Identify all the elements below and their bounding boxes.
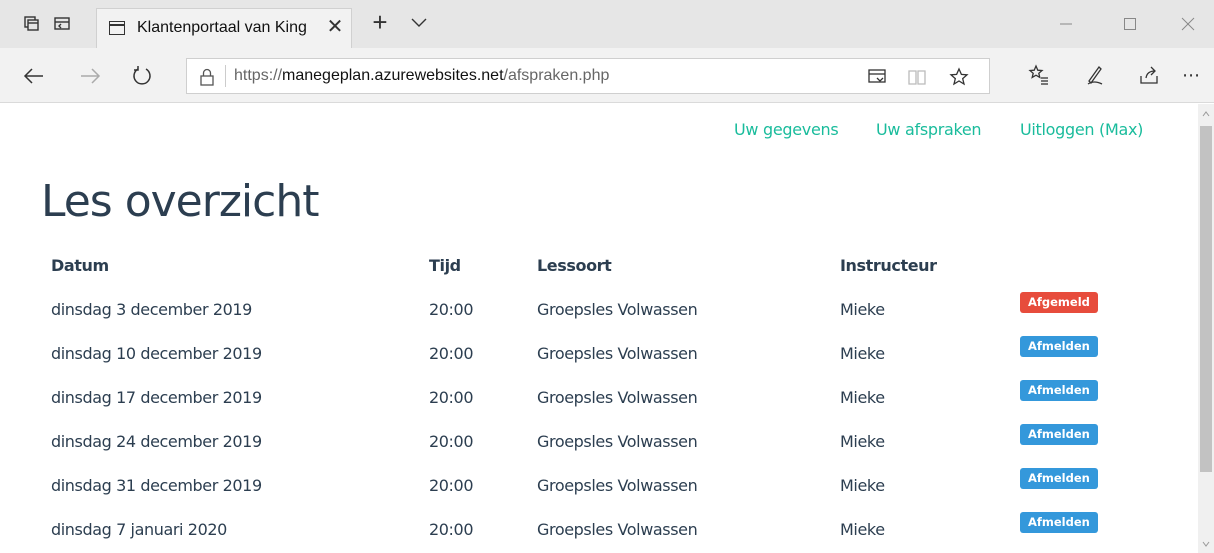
cell-datum: dinsdag 10 december 2019 [51, 344, 262, 363]
tab-preview-icon[interactable] [52, 14, 72, 34]
close-window-button[interactable] [1178, 14, 1198, 34]
back-arrow-icon[interactable] [22, 64, 46, 88]
forward-arrow-icon[interactable] [78, 64, 102, 88]
browser-titlebar: Klantenportaal van King ✕ + [0, 0, 1214, 48]
afmelden-button[interactable]: Afmelden [1020, 380, 1098, 401]
cell-instructeur: Mieke [840, 476, 885, 495]
cell-tijd: 20:00 [429, 344, 474, 363]
minimize-button[interactable] [1056, 14, 1076, 34]
cell-tijd: 20:00 [429, 432, 474, 451]
cell-tijd: 20:00 [429, 388, 474, 407]
cell-datum: dinsdag 7 januari 2020 [51, 520, 227, 539]
scroll-up-icon[interactable] [1202, 110, 1210, 118]
status-badge-afgemeld: Afgemeld [1020, 292, 1098, 313]
scrollbar-thumb[interactable] [1200, 126, 1212, 472]
column-header-instructeur: Instructeur [840, 256, 937, 275]
page-icon [109, 21, 125, 35]
cell-lessoort: Groepsles Volwassen [537, 300, 698, 319]
cell-lessoort: Groepsles Volwassen [537, 432, 698, 451]
cell-instructeur: Mieke [840, 344, 885, 363]
cell-tijd: 20:00 [429, 520, 474, 539]
afmelden-button[interactable]: Afmelden [1020, 468, 1098, 489]
tab-overview-icon[interactable] [867, 67, 887, 87]
tab-close-icon[interactable]: ✕ [325, 16, 345, 38]
page-title: Les overzicht [41, 176, 319, 227]
maximize-button[interactable] [1120, 14, 1140, 34]
cell-instructeur: Mieke [840, 300, 885, 319]
nav-link-uw-afspraken[interactable]: Uw afspraken [876, 120, 982, 139]
table-row: dinsdag 31 december 2019 20:00 Groepsles… [0, 464, 1198, 508]
cell-instructeur: Mieke [840, 520, 885, 539]
pen-notes-icon[interactable] [1084, 64, 1106, 86]
cell-lessoort: Groepsles Volwassen [537, 388, 698, 407]
table-row: dinsdag 3 december 2019 20:00 Groepsles … [0, 288, 1198, 332]
afmelden-button[interactable]: Afmelden [1020, 512, 1098, 533]
new-tab-button[interactable]: + [368, 9, 392, 35]
address-bar[interactable]: https://manegeplan.azurewebsites.net/afs… [186, 58, 990, 94]
chevron-down-icon[interactable] [410, 15, 428, 29]
favorite-star-icon[interactable] [949, 67, 969, 87]
cell-datum: dinsdag 3 december 2019 [51, 300, 252, 319]
afmelden-button[interactable]: Afmelden [1020, 424, 1098, 445]
table-row: dinsdag 7 januari 2020 20:00 Groepsles V… [0, 508, 1198, 552]
cell-datum: dinsdag 17 december 2019 [51, 388, 262, 407]
nav-link-uw-gegevens[interactable]: Uw gegevens [734, 120, 839, 139]
cell-instructeur: Mieke [840, 432, 885, 451]
cell-lessoort: Groepsles Volwassen [537, 476, 698, 495]
cell-instructeur: Mieke [840, 388, 885, 407]
table-row: dinsdag 24 december 2019 20:00 Groepsles… [0, 420, 1198, 464]
page-viewport: Uw gegevens Uw afspraken Uitloggen (Max)… [0, 104, 1198, 553]
lock-icon[interactable] [199, 68, 215, 86]
column-header-datum: Datum [51, 256, 109, 275]
tab-title: Klantenportaal van King [137, 19, 307, 36]
scroll-down-icon[interactable] [1202, 540, 1210, 548]
cell-datum: dinsdag 24 december 2019 [51, 432, 262, 451]
vertical-scrollbar[interactable] [1198, 104, 1214, 553]
cell-tijd: 20:00 [429, 476, 474, 495]
browser-navbar: https://manegeplan.azurewebsites.net/afs… [0, 48, 1214, 103]
cell-lessoort: Groepsles Volwassen [537, 344, 698, 363]
share-icon[interactable] [1138, 64, 1160, 86]
tabs-aside-icon[interactable] [22, 14, 42, 34]
nav-link-uitloggen[interactable]: Uitloggen (Max) [1020, 120, 1143, 139]
more-options-icon[interactable]: ⋯ [1182, 64, 1204, 86]
table-row: dinsdag 10 december 2019 20:00 Groepsles… [0, 332, 1198, 376]
refresh-icon[interactable] [130, 64, 154, 88]
cell-tijd: 20:00 [429, 300, 474, 319]
afmelden-button[interactable]: Afmelden [1020, 336, 1098, 357]
cell-lessoort: Groepsles Volwassen [537, 520, 698, 539]
cell-datum: dinsdag 31 december 2019 [51, 476, 262, 495]
url-text[interactable]: https://manegeplan.azurewebsites.net/afs… [234, 67, 609, 85]
column-header-tijd: Tijd [429, 256, 461, 275]
reading-view-icon[interactable] [907, 67, 927, 87]
address-separator [225, 65, 226, 87]
browser-tab-active[interactable]: Klantenportaal van King ✕ [96, 8, 352, 48]
favorites-list-icon[interactable] [1028, 64, 1050, 86]
table-row: dinsdag 17 december 2019 20:00 Groepsles… [0, 376, 1198, 420]
column-header-lessoort: Lessoort [537, 256, 612, 275]
